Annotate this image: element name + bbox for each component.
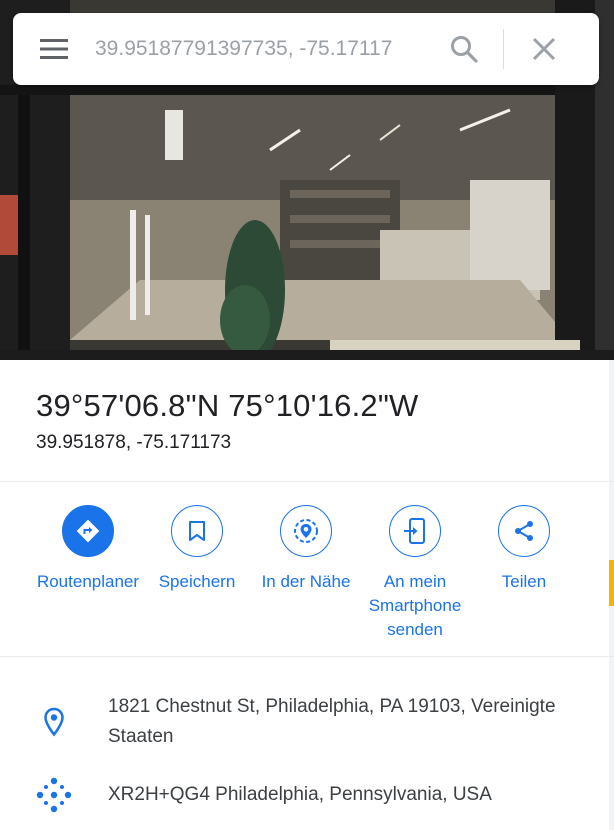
directions-button[interactable]: Routenplaner: [28, 505, 148, 594]
clear-search-button[interactable]: [504, 13, 584, 85]
location-pin-icon: [34, 702, 74, 742]
search-icon: [451, 36, 478, 63]
share-button[interactable]: Teilen: [464, 505, 584, 594]
search-button[interactable]: [425, 13, 503, 85]
nearby-button[interactable]: In der Nähe: [246, 505, 366, 594]
place-title-dms: 39°57'06.8"N 75°10'16.2"W: [36, 388, 419, 423]
actions-divider: [0, 656, 614, 657]
place-decimal-coordinates: 39.951878, -75.171173: [36, 432, 232, 453]
save-button[interactable]: Speichern: [137, 505, 257, 594]
save-label: Speichern: [158, 572, 236, 591]
place-header: 39°57'06.8"N 75°10'16.2"W 39.951878, -75…: [36, 388, 419, 454]
nearby-label: In der Nähe: [261, 572, 351, 591]
send-to-phone-label: An mein Smartphone senden: [368, 572, 462, 639]
directions-icon: [76, 519, 100, 543]
share-label: Teilen: [501, 572, 547, 591]
header-divider: [0, 481, 614, 482]
search-bar: [13, 13, 599, 85]
directions-label: Routenplaner: [36, 572, 140, 591]
send-to-phone-button[interactable]: An mein Smartphone senden: [355, 505, 475, 642]
send-to-phone-circle[interactable]: [389, 505, 441, 557]
send-to-phone-icon: [404, 518, 425, 544]
plus-code-text: XR2H+QG4 Philadelphia, Pennsylvania, USA: [108, 784, 492, 805]
bookmark-icon: [189, 521, 205, 541]
close-icon: [532, 37, 556, 61]
save-circle[interactable]: [171, 505, 223, 557]
nearby-icon: [294, 519, 318, 543]
hamburger-menu-icon: [40, 39, 68, 59]
search-input[interactable]: [95, 29, 425, 69]
nearby-circle[interactable]: [280, 505, 332, 557]
share-icon: [515, 521, 533, 541]
share-circle[interactable]: [498, 505, 550, 557]
side-panel-marker: [609, 560, 614, 606]
menu-button[interactable]: [13, 13, 95, 85]
address-text: 1821 Chestnut St, Philadelphia, PA 19103…: [108, 696, 556, 747]
plus-code-icon: [34, 775, 74, 815]
directions-circle[interactable]: [62, 505, 114, 557]
